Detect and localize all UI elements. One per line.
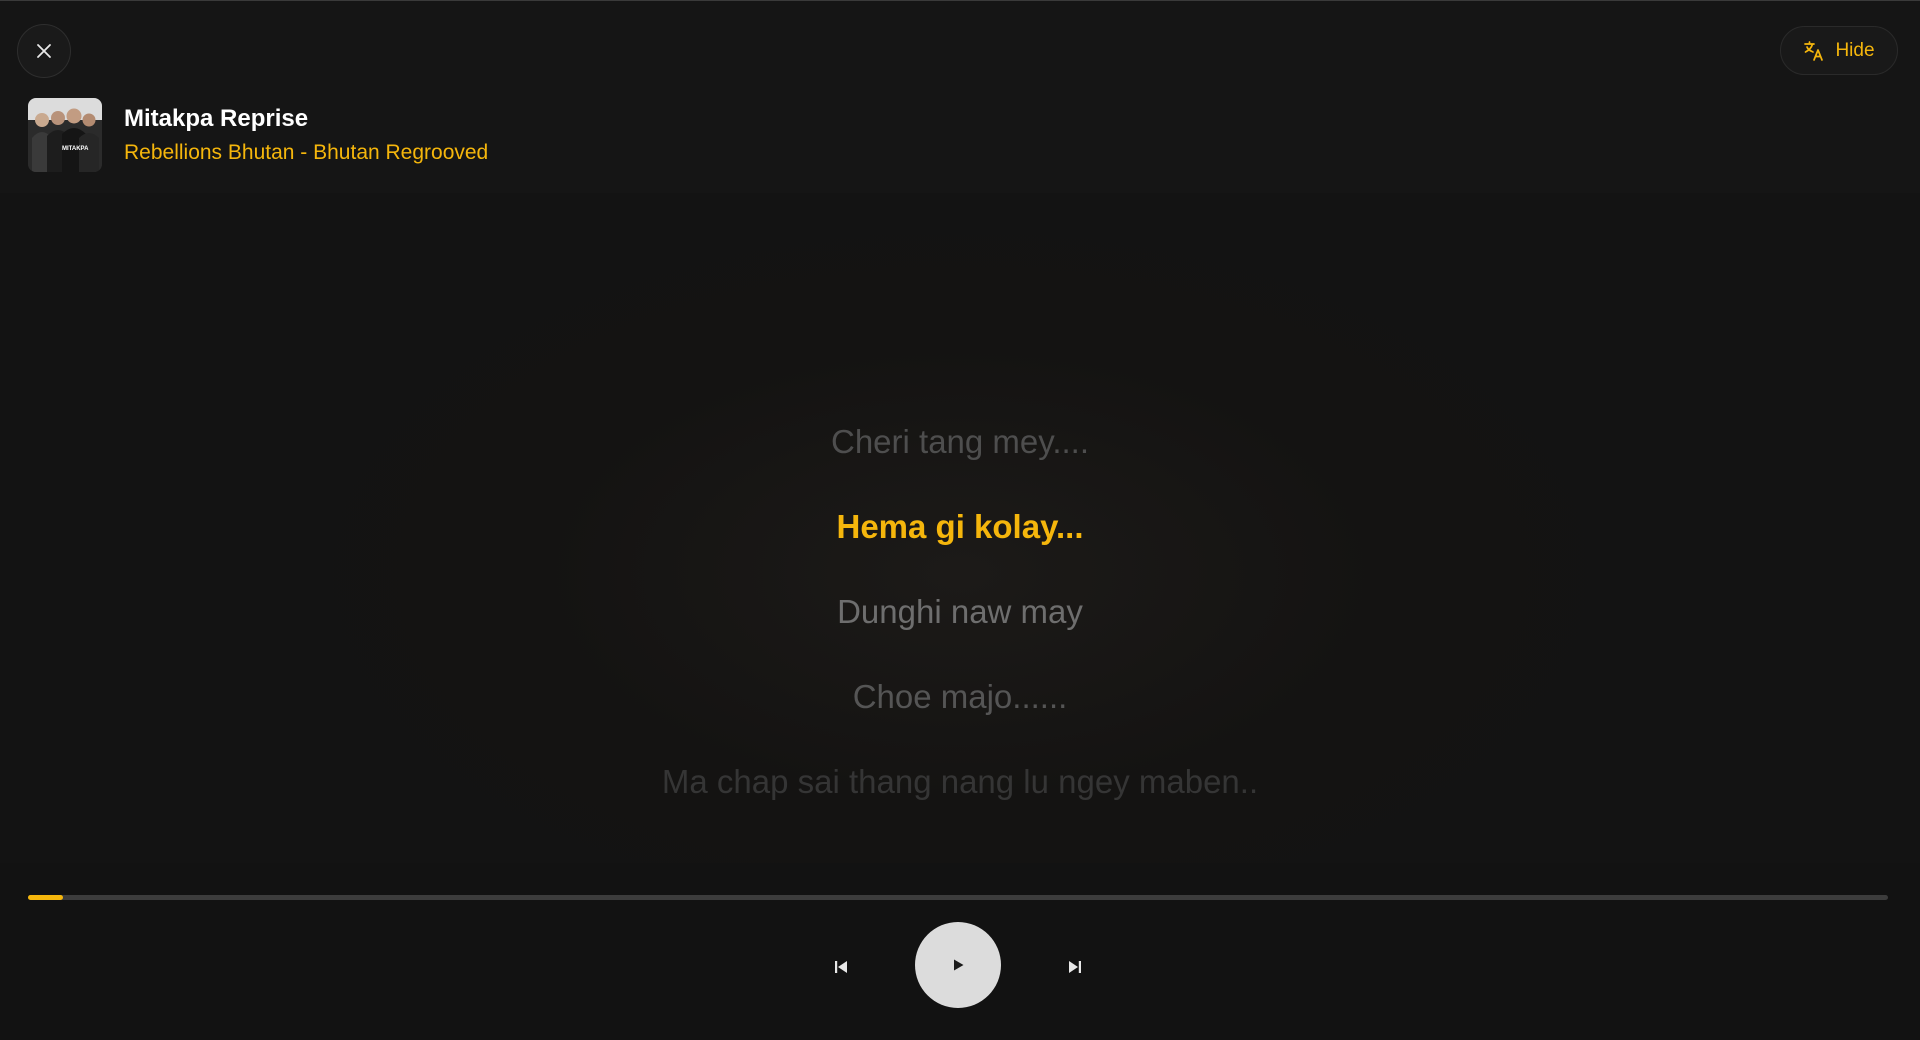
lyrics-header: Hide MITAKPA Mitakpa Reprise Rebellions … [0, 1, 1920, 193]
track-title: Mitakpa Reprise [124, 105, 309, 132]
close-icon [37, 44, 51, 58]
hide-translation-button[interactable]: Hide [1780, 26, 1898, 75]
album-cover: MITAKPA [28, 98, 102, 172]
progress-fill [28, 895, 64, 900]
player-controls [0, 863, 1920, 1040]
close-button[interactable] [17, 24, 71, 78]
skip-next-icon [1069, 961, 1081, 973]
track-artist-album[interactable]: Rebellions Bhutan - Bhutan Regrooved [124, 141, 488, 165]
lyric-line-current[interactable]: Hema gi kolay... [0, 508, 1920, 546]
previous-button[interactable] [828, 954, 854, 980]
progress-bar[interactable] [28, 895, 1888, 900]
lyric-line[interactable]: Choe majo...... [0, 678, 1920, 716]
next-button[interactable] [1062, 954, 1088, 980]
lyric-line-previous[interactable]: Cheri tang mey.... [0, 423, 1920, 461]
skip-previous-icon [835, 961, 847, 973]
lyrics-panel: Cheri tang mey.... Hema gi kolay... Dung… [0, 193, 1920, 863]
lyric-line-next[interactable]: Dunghi naw may [0, 593, 1920, 631]
play-icon [954, 959, 964, 971]
hide-label: Hide [1835, 39, 1875, 61]
translate-icon [1804, 40, 1824, 61]
play-button[interactable] [915, 922, 1001, 1008]
cover-text: MITAKPA [62, 146, 89, 152]
lyric-line[interactable]: Ma chap sai thang nang lu ngey maben.. [0, 763, 1920, 801]
